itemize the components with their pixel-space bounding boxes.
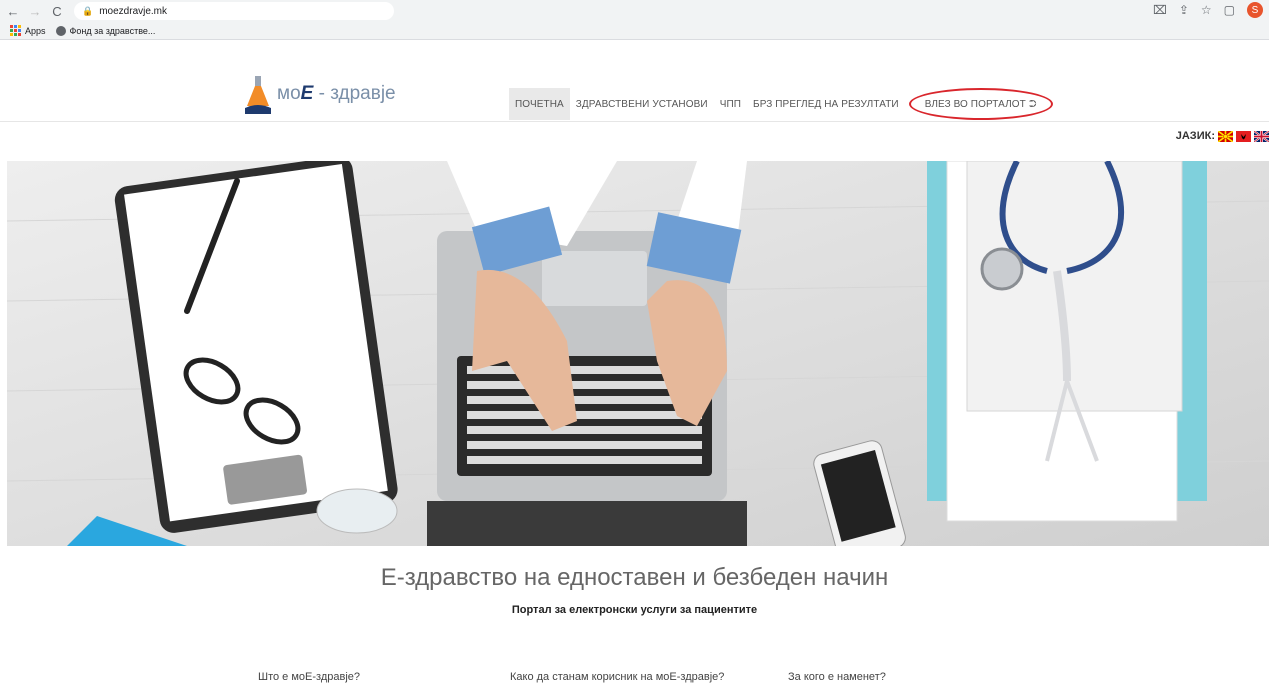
address-bar[interactable]: 🔒 moezdravje.mk [74, 2, 394, 20]
bookmark-apps[interactable]: Apps [10, 25, 46, 36]
info-links: Што е моE-здравје? Како да станам корисн… [0, 671, 1269, 687]
uk-flag-icon[interactable] [1254, 130, 1269, 142]
page-tagline: Е-здравство на едноставен и безбеден нач… [380, 564, 889, 591]
hero-desk-image [7, 161, 1269, 546]
browser-toolbar: ← → C 🔒 moezdravje.mk ⌧ ⇪ ☆ ▢ S [0, 0, 1269, 22]
profile-avatar[interactable]: S [1247, 2, 1263, 18]
link-who-is-it-for[interactable]: За кого е наменет? [788, 671, 886, 683]
bookmark-label: Apps [25, 25, 46, 36]
language-label: ЈАЗИК: [1175, 130, 1215, 142]
nav-home[interactable]: ПОЧЕТНА [509, 88, 570, 120]
globe-icon [55, 25, 66, 36]
lock-icon: 🔒 [82, 5, 94, 16]
apps-grid-icon [10, 25, 21, 36]
macedonian-flag-icon[interactable] [1218, 130, 1233, 142]
bookmark-star-icon[interactable]: ☆ [1201, 3, 1212, 17]
bookmarks-bar: Apps Фонд за здравстве... [0, 22, 1269, 40]
translate-icon[interactable]: ⌧ [1153, 3, 1167, 17]
login-arrow-icon: ⮊ [1028, 98, 1037, 110]
nav-quick-results[interactable]: БРЗ ПРЕГЛЕД НА РЕЗУЛТАТИ [747, 88, 905, 120]
portal-login-link[interactable]: ВЛЕЗ ВО ПОРТАЛОТ ⮊ [908, 88, 1053, 120]
link-what-is[interactable]: Што е моE-здравје? [258, 671, 360, 683]
main-nav: ПОЧЕТНА ЗДРАВСТВЕНИ УСТАНОВИ ЧПП БРЗ ПРЕ… [509, 88, 1053, 120]
share-icon[interactable]: ⇪ [1179, 3, 1189, 17]
logo-emphasis: E [300, 83, 314, 104]
site-logo[interactable]: моE - здравје [245, 74, 396, 114]
nav-faq[interactable]: ЧПП [714, 88, 747, 120]
bookmark-fond[interactable]: Фонд за здравстве... [55, 25, 156, 36]
site-header: моE - здравје ПОЧЕТНА ЗДРАВСТВЕНИ УСТАНО… [0, 40, 1269, 122]
portal-login-label: ВЛЕЗ ВО ПОРТАЛОТ [924, 98, 1026, 110]
hero-banner [7, 161, 1269, 546]
nav-health-institutions[interactable]: ЗДРАВСТВЕНИ УСТАНОВИ [570, 88, 714, 120]
language-switcher: ЈАЗИК: [1176, 130, 1269, 142]
link-how-to-register[interactable]: Како да станам корисник на моE-здравје? [510, 671, 724, 683]
reload-icon[interactable]: C [48, 4, 66, 19]
sidepanel-icon[interactable]: ▢ [1224, 3, 1235, 17]
flask-logo-icon [245, 76, 271, 114]
url-text: moezdravje.mk [99, 5, 168, 17]
logo-suffix: - здравје [313, 83, 396, 104]
page-subtagline: Портал за електронски услуги за пациенти… [511, 604, 758, 616]
logo-text: моE - здравје [277, 83, 396, 105]
back-icon[interactable]: ← [4, 4, 22, 19]
albanian-flag-icon[interactable] [1236, 130, 1251, 142]
bookmark-label: Фонд за здравстве... [69, 25, 156, 36]
browser-actions: ⌧ ⇪ ☆ ▢ S [1153, 2, 1263, 18]
logo-prefix: мо [277, 83, 301, 104]
forward-icon[interactable]: → [26, 4, 44, 19]
